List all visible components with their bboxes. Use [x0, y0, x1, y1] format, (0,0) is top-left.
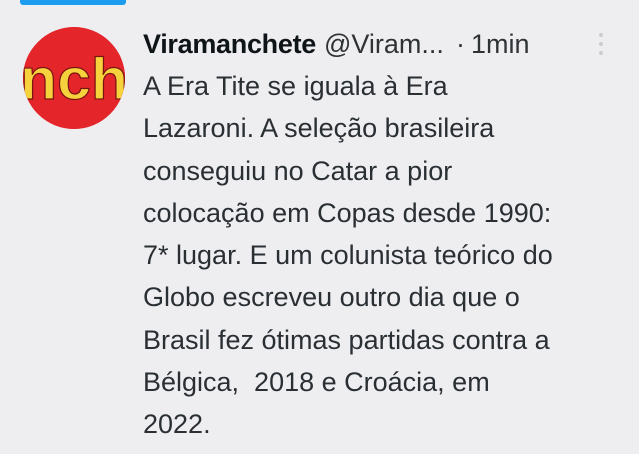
tweet-text-line: Lazaroni. A seleção brasileira: [143, 113, 495, 144]
header-separator: ·: [455, 28, 465, 59]
tweet-card[interactable]: nch Viramanchete @Viram... · 1min A Era …: [0, 0, 639, 454]
tweet-text-line: conseguiu no Catar a pior: [143, 155, 453, 186]
tweet-text-line: Brasil fez ótimas partidas contra a: [143, 324, 550, 355]
avatar-logo: nch: [23, 27, 125, 129]
author-display-name[interactable]: Viramanchete: [143, 29, 316, 60]
tweet-timestamp[interactable]: 1min: [471, 29, 530, 60]
author-handle[interactable]: @Viram...: [324, 29, 444, 60]
tweet-text-line: A Era Tite se iguala à Era: [143, 71, 448, 101]
tweet-text-line: Globo escreveu outro dia que o: [143, 282, 520, 313]
tweet-text-line: colocação em Copas desde 1990:: [143, 197, 552, 228]
tweet-header: Viramanchete @Viram... · 1min: [143, 24, 613, 64]
avatar-text: nch: [23, 47, 125, 112]
avatar[interactable]: nch: [23, 27, 125, 129]
tweet-text-line: 7* lugar. E um colunista teórico do: [143, 240, 553, 271]
tweet-text-line: Bélgica, 2018 e Croácia, em: [143, 367, 490, 398]
more-dot: [599, 33, 603, 37]
more-vertical-icon[interactable]: [592, 30, 610, 58]
more-dot: [599, 51, 603, 55]
tweet-text: A Era Tite se iguala à Era Lazaroni. A s…: [143, 65, 633, 446]
tweet-text-line: 2022.: [143, 409, 211, 440]
more-dot: [599, 42, 603, 46]
